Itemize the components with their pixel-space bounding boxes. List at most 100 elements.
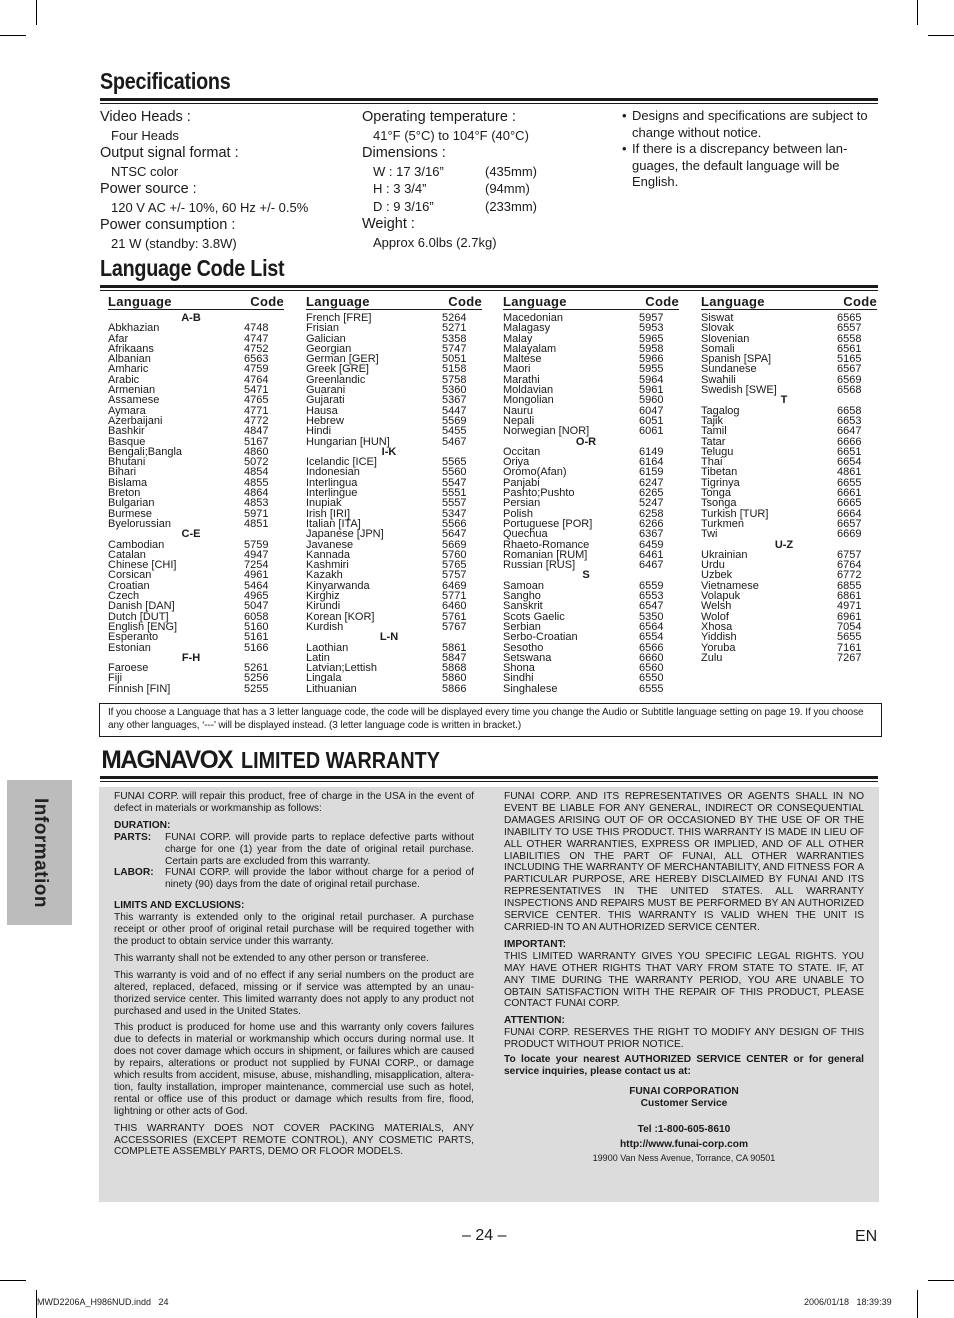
header-language: Language xyxy=(503,294,567,309)
language-name: Norwegian [NOR] xyxy=(503,425,590,438)
spec-value: Approx 6.0lbs (2.7kg) xyxy=(373,234,497,250)
language-name: Kurdish xyxy=(306,620,344,633)
header-code: Code xyxy=(843,294,877,309)
language-name: Quechua xyxy=(503,528,548,541)
language-indicator: EN xyxy=(855,1228,878,1245)
page-number: – 24 – xyxy=(462,1227,507,1244)
crop-mark xyxy=(0,35,26,36)
language-name: Faroese xyxy=(108,662,149,675)
language-code: 6467 xyxy=(639,559,664,572)
language-code: 5655 xyxy=(837,631,862,644)
magnavox-logo: MAGNAVOX xyxy=(101,746,233,774)
language-name: Yiddish xyxy=(701,631,737,644)
dimension-imperial: W : 17 3/16” xyxy=(373,163,444,179)
language-row: Twi 6669 xyxy=(701,528,877,541)
spec-label: Weight : xyxy=(362,216,415,232)
warranty-heading: MAGNAVOX LIMITED WARRANTY xyxy=(100,746,473,775)
language-name: Japanese [JPN] xyxy=(306,528,384,541)
spec-item: Power source : 120 V AC +/- 10%, 60 Hz +/… xyxy=(100,181,308,216)
language-row: Japanese [JPN] 5647 xyxy=(306,528,482,541)
header-language: Language xyxy=(701,294,765,309)
language-row: Serbo-Croatian 6554 xyxy=(503,631,679,644)
dimension-row: H : 3 3/4” (94mm) xyxy=(362,180,537,198)
language-name: Byelorussian xyxy=(108,517,171,530)
language-group-heading: L-N xyxy=(379,631,399,644)
language-row: Yiddish 5655 xyxy=(701,631,877,644)
spec-label: Dimensions : xyxy=(362,145,446,161)
language-row: Russian [RUS] 6467 xyxy=(503,559,679,572)
parts-text: FUNAI CORP. will provide parts to replac… xyxy=(165,831,474,867)
language-column-header: Language Code xyxy=(503,294,679,310)
labor-term: LABOR: FUNAI CORP. will provide the labor… xyxy=(114,867,474,891)
information-side-tab: Information xyxy=(7,780,72,925)
limits-heading: LIMITS AND EXCLUSIONS: xyxy=(114,900,245,912)
language-name: Russian [RUS] xyxy=(503,559,576,572)
dimension-row: W : 17 3/16” (435mm) xyxy=(362,163,537,181)
duration-heading: DURATION: xyxy=(114,819,171,831)
spec-label: Power source : xyxy=(100,181,197,197)
bullet-icon: • xyxy=(622,108,627,123)
disclaimer-text: FUNAI CORP. AND ITS REPRESENTATIVES OR A… xyxy=(504,791,864,933)
language-code: 6555 xyxy=(639,682,664,695)
warranty-paragraph: This product is produced for home use an… xyxy=(114,1022,474,1117)
language-name: Twi xyxy=(701,528,718,541)
language-column-header: Language Code xyxy=(108,294,284,310)
language-name: Abkhazian xyxy=(108,322,160,335)
language-row: Zulu 7267 xyxy=(701,652,877,663)
spec-item: Power consumption : 21 W (standby: 3.8W) xyxy=(100,217,308,252)
spec-item: Video Heads : Four Heads xyxy=(100,109,308,144)
warranty-paragraph: This warranty is void and of no effect i… xyxy=(114,969,474,1017)
header-code: Code xyxy=(448,294,482,309)
language-code: 6669 xyxy=(837,528,862,541)
header-code: Code xyxy=(645,294,679,309)
crop-mark xyxy=(917,1290,918,1318)
language-code: 5166 xyxy=(244,641,269,654)
language-row: Finnish [FIN] 5255 xyxy=(108,682,284,695)
crop-mark xyxy=(928,35,954,36)
note-item: • If there is a discrepancy between lan-g… xyxy=(622,141,880,191)
company-name: FUNAI CORPORATION xyxy=(629,1085,739,1097)
language-row: Swedish [SWE] 6568 xyxy=(701,384,877,397)
attention-heading: ATTENTION: xyxy=(504,1015,565,1027)
spec-label: Power consumption : xyxy=(100,217,236,233)
language-code: 5647 xyxy=(442,528,467,541)
header-language: Language xyxy=(108,294,172,309)
crop-mark xyxy=(928,1280,954,1281)
language-row: Singhalese 6555 xyxy=(503,682,679,695)
language-code: 6367 xyxy=(639,528,664,541)
dimension-metric: (233mm) xyxy=(485,198,538,214)
spec-notes: • Designs and specifications are subject … xyxy=(622,108,880,191)
spec-value: 41°F (5°C) to 104°F (40°C) xyxy=(373,127,529,143)
language-code: 6568 xyxy=(837,384,862,397)
note-text: If there is a discrepancy between lan-gu… xyxy=(632,141,848,189)
header-language: Language xyxy=(306,294,370,309)
language-name: Singhalese xyxy=(503,682,558,695)
customer-service: Customer Service xyxy=(640,1097,728,1109)
language-column-header: Language Code xyxy=(306,294,482,310)
language-column: Language Code Siswat 6565 Slovak 6557 Slovenia… xyxy=(701,294,877,663)
spec-value: Four Heads xyxy=(111,127,179,143)
spec-value: 21 W (standby: 3.8W) xyxy=(111,235,237,251)
specs-left-column: Video Heads : Four Heads Output signal fo… xyxy=(100,109,308,253)
address: 19900 Van Ness Avenue, Torrance, CA 9050… xyxy=(592,1153,776,1164)
language-code: 6554 xyxy=(639,631,664,644)
spec-value: NTSC color xyxy=(111,163,179,179)
section-rule xyxy=(100,285,878,291)
attention-text: FUNAI CORP. RESERVES THE RIGHT TO MODIFY… xyxy=(504,1027,864,1051)
language-group-heading: C-E xyxy=(181,528,201,541)
side-tab-label: Information xyxy=(29,797,51,908)
important-heading: IMPORTANT: xyxy=(504,938,567,950)
specifications-title: Specifications xyxy=(100,68,231,94)
language-column: Language Code Macedonian 5957 Malagasy 5953 Ma… xyxy=(503,294,679,694)
specs-middle-column: Operating temperature : 41°F (5°C) to 10… xyxy=(362,109,537,252)
important-text: THIS LIMITED WARRANTY GIVES YOU SPECIFIC… xyxy=(504,950,864,1010)
note-item: • Designs and specifications are subject … xyxy=(622,108,880,141)
warranty-paragraph: This warranty is extended only to the or… xyxy=(114,912,474,947)
crop-mark xyxy=(0,1280,26,1281)
language-name: Finnish [FIN] xyxy=(108,682,171,695)
website-link[interactable]: http://www.funai-corp.com xyxy=(504,1139,864,1151)
warranty-panel: FUNAI CORP. will repair this product, fr… xyxy=(99,787,879,1202)
language-name: Swedish [SWE] xyxy=(701,384,777,397)
parts-label: PARTS: xyxy=(114,831,152,843)
locate-service-text: To locate your nearest AUTHORIZED SERVIC… xyxy=(504,1054,864,1077)
